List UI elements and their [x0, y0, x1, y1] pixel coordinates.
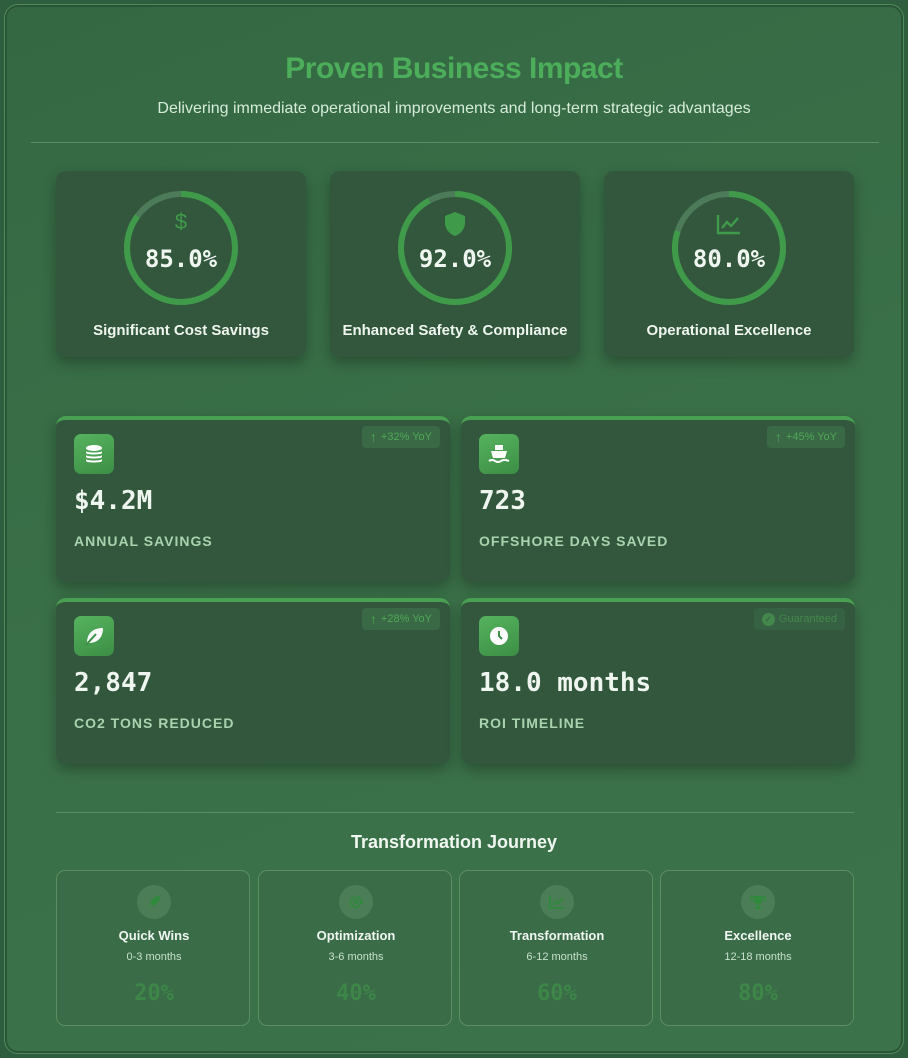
arrow-up-icon: ↑	[774, 429, 782, 445]
phase-range: 3-6 months	[328, 951, 384, 963]
chart-line-icon	[716, 215, 740, 235]
metric-card-annual-savings: ↑ +32% YoY $4.2M ANNUAL SAVINGS	[56, 416, 450, 582]
metric-label: ROI TIMELINE	[479, 715, 586, 731]
metric-value: 723	[479, 486, 526, 516]
journey-divider	[56, 812, 854, 813]
impact-label: Enhanced Safety & Compliance	[342, 322, 568, 339]
page-subtitle: Delivering immediate operational improve…	[157, 100, 751, 117]
journey-title: Transformation Journey	[350, 832, 558, 852]
impact-card-safety: 92.0% Enhanced Safety & Compliance	[330, 171, 580, 357]
impact-value: 85.0%	[144, 245, 218, 273]
phase-percent: 60%	[537, 981, 577, 1006]
arrow-up-icon: ↑	[369, 611, 377, 627]
impact-card-cost-savings: $ 85.0% Significant Cost Savings	[56, 171, 306, 357]
ship-icon	[479, 434, 519, 474]
check-circle-icon: ✓	[761, 612, 775, 626]
metric-card-offshore-days: ↑ +45% YoY 723 OFFSHORE DAYS SAVED	[461, 416, 855, 582]
phase-name: Transformation	[509, 928, 605, 943]
shield-icon	[445, 212, 465, 236]
header-divider	[31, 142, 879, 143]
impact-value: 80.0%	[692, 245, 766, 273]
metric-label: CO2 TONS REDUCED	[74, 715, 235, 731]
impact-value: 92.0%	[418, 245, 492, 273]
impact-label: Significant Cost Savings	[93, 322, 269, 339]
metric-value: 18.0 months	[479, 668, 652, 698]
metric-card-co2: ↑ +28% YoY 2,847 CO2 TONS REDUCED	[56, 598, 450, 764]
header: Proven Business Impact Delivering immedi…	[0, 52, 908, 118]
rocket-icon	[137, 885, 171, 919]
trend-badge: ↑ +45% YoY	[766, 426, 845, 448]
phase-name: Optimization	[316, 928, 396, 943]
phase-name: Quick Wins	[118, 928, 190, 943]
phase-percent: 80%	[738, 981, 778, 1006]
trend-badge: ↑ +32% YoY	[361, 426, 440, 448]
phase-card-optimization: Optimization 3-6 months 40%	[258, 870, 452, 1026]
gear-icon	[339, 885, 373, 919]
metric-value: 2,847	[74, 668, 153, 698]
trend-badge: ↑ +28% YoY	[361, 608, 440, 630]
metric-value: $4.2M	[74, 486, 153, 516]
trophy-icon	[741, 885, 775, 919]
phase-card-quick-wins: Quick Wins 0-3 months 20%	[56, 870, 250, 1026]
phase-name: Excellence	[724, 928, 792, 943]
metric-card-roi: ✓ Guaranteed 18.0 months ROI TIMELINE	[461, 598, 855, 764]
arrow-up-icon: ↑	[369, 429, 377, 445]
status-badge: ✓ Guaranteed	[753, 608, 845, 630]
impact-card-operational: 80.0% Operational Excellence	[604, 171, 854, 357]
phase-percent: 20%	[134, 981, 174, 1006]
dollar-icon: $	[174, 209, 188, 234]
phase-card-transformation: Transformation 6-12 months 60%	[459, 870, 653, 1026]
phase-range: 0-3 months	[126, 951, 182, 963]
phase-range: 12-18 months	[724, 951, 792, 963]
phase-card-excellence: Excellence 12-18 months 80%	[660, 870, 854, 1026]
chart-line-icon	[540, 885, 574, 919]
page-title: Proven Business Impact	[285, 52, 623, 85]
phase-range: 6-12 months	[526, 951, 588, 963]
phase-percent: 40%	[336, 981, 376, 1006]
leaf-icon	[74, 616, 114, 656]
clock-icon	[479, 616, 519, 656]
metric-label: OFFSHORE DAYS SAVED	[479, 533, 669, 549]
impact-label: Operational Excellence	[646, 322, 812, 339]
coins-icon	[74, 434, 114, 474]
metric-label: ANNUAL SAVINGS	[74, 533, 213, 549]
